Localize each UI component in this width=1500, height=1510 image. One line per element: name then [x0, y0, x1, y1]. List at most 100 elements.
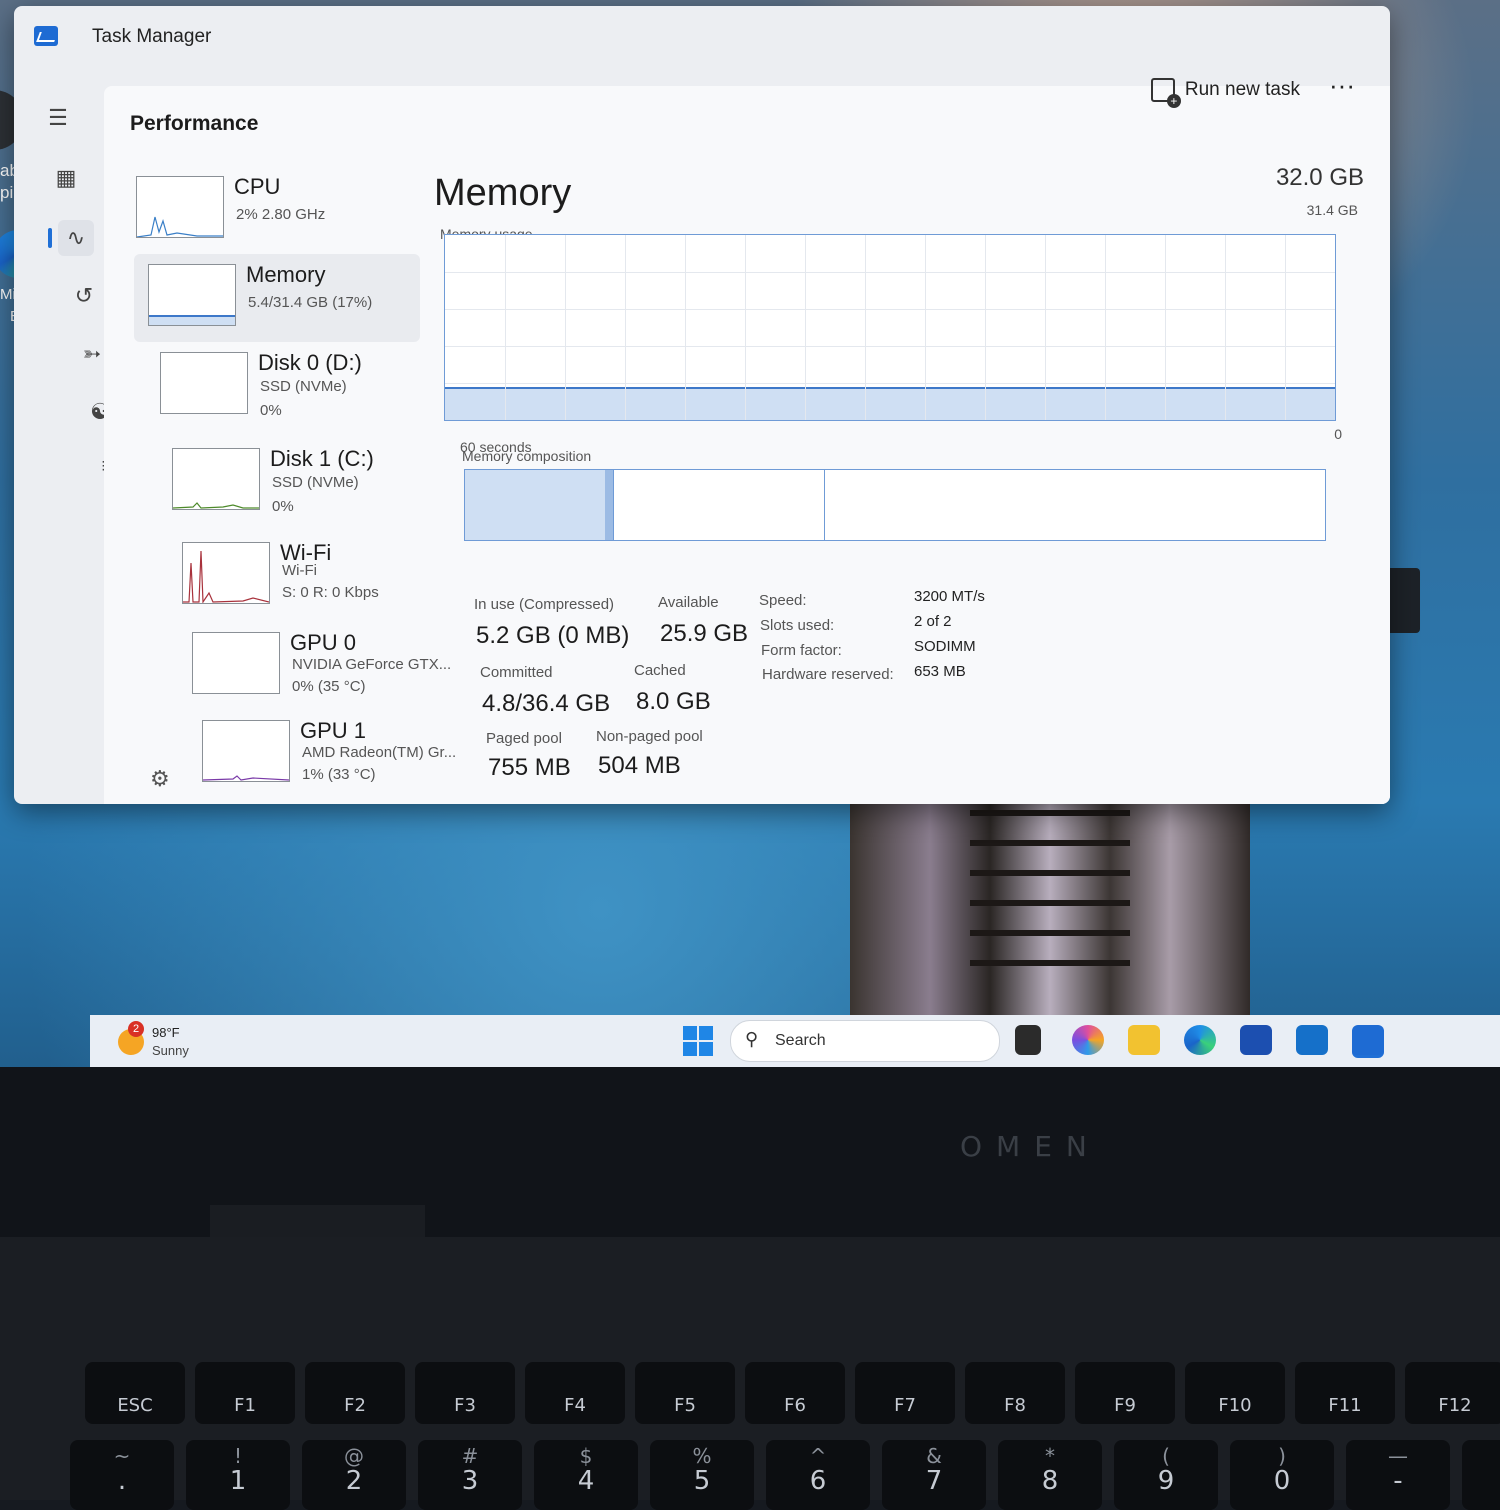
key-label: F1	[234, 1395, 256, 1416]
key-f4[interactable]: F4	[525, 1362, 625, 1424]
perf-item-disk-1[interactable]: Disk 1 (C:) SSD (NVMe) 0%	[158, 438, 444, 526]
perf-item-memory[interactable]: Memory 5.4/31.4 GB (17%)	[134, 254, 420, 342]
key-label: F5	[674, 1395, 696, 1416]
windows-logo-pane	[699, 1026, 713, 1040]
key-f5[interactable]: F5	[635, 1362, 735, 1424]
composition-in-use	[465, 470, 605, 540]
performance-page: Performance Run new task ··· CPU 2% 2.80…	[104, 70, 1390, 804]
perf-item-detail: NVIDIA GeForce GTX...	[292, 656, 452, 673]
edge-icon[interactable]	[1184, 1025, 1216, 1055]
task-view-icon[interactable]	[1015, 1025, 1041, 1055]
key-label: F7	[894, 1395, 916, 1416]
hardware-reserved-value: 653 MB	[914, 663, 966, 680]
dock-slat	[970, 960, 1130, 966]
key-label: .	[117, 1466, 127, 1496]
slots-value: 2 of 2	[914, 613, 952, 630]
key-f11[interactable]: F11	[1295, 1362, 1395, 1424]
graph-gridline	[685, 235, 686, 420]
memory-thumbnail	[148, 264, 236, 326]
window-title: Task Manager	[92, 26, 212, 47]
processes-icon[interactable]: ▦	[48, 160, 84, 196]
key-label: F11	[1328, 1395, 1362, 1416]
outlook-icon[interactable]	[1296, 1025, 1328, 1055]
store-icon[interactable]	[1240, 1025, 1272, 1055]
start-button[interactable]	[683, 1026, 713, 1056]
run-new-task-label: Run new task	[1184, 79, 1300, 100]
available-value: 25.9 GB	[660, 620, 749, 647]
cached-value: 8.0 GB	[636, 688, 711, 715]
file-explorer-icon[interactable]	[1128, 1025, 1160, 1055]
more-options-button[interactable]: ···	[1322, 70, 1362, 110]
key-f3[interactable]: F3	[415, 1362, 515, 1424]
non-paged-pool-label: Non-paged pool	[596, 728, 703, 745]
windows-logo-pane	[683, 1026, 697, 1040]
committed-value: 4.8/36.4 GB	[482, 690, 611, 717]
key-label: 5	[693, 1466, 711, 1496]
page-title: Performance	[130, 112, 259, 135]
copilot-icon[interactable]	[1072, 1025, 1104, 1055]
weather-widget[interactable]: 2 98°F Sunny	[118, 1021, 238, 1063]
key-label: -	[1393, 1466, 1403, 1496]
key-f1[interactable]: F1	[195, 1362, 295, 1424]
wifi-thumbnail	[182, 542, 270, 604]
key-shift-label: !	[233, 1444, 243, 1468]
windows-logo-pane	[699, 1042, 713, 1056]
key-f9[interactable]: F9	[1075, 1362, 1175, 1424]
memory-usage-graph	[444, 234, 1336, 421]
key-f7[interactable]: F7	[855, 1362, 955, 1424]
settings-icon[interactable]: ⚙	[150, 766, 170, 792]
graph-gridline	[1105, 235, 1106, 420]
run-new-task-button[interactable]: Run new task	[1150, 70, 1300, 110]
graph-gridline	[985, 235, 986, 420]
composition-modified	[605, 470, 613, 540]
perf-item-detail: Wi-Fi	[282, 562, 317, 579]
perf-item-name: Memory	[246, 262, 326, 287]
key-label: F2	[344, 1395, 366, 1416]
form-factor-label: Form factor:	[761, 642, 842, 659]
dock-slat	[970, 870, 1130, 876]
notification-badge: 2	[128, 1021, 144, 1037]
perf-item-disk-0[interactable]: Disk 0 (D:) SSD (NVMe) 0%	[146, 342, 432, 430]
perf-item-usage: 0% (35 °C)	[292, 678, 366, 695]
title-bar[interactable]: Task Manager	[14, 6, 1390, 66]
in-use-label: In use (Compressed)	[474, 596, 615, 613]
graph-gridline	[505, 235, 506, 420]
key-f8[interactable]: F8	[965, 1362, 1065, 1424]
key-shift-label: $	[579, 1444, 593, 1468]
graph-gridline	[1045, 235, 1046, 420]
perf-item-gpu-0[interactable]: GPU 0 NVIDIA GeForce GTX... 0% (35 °C)	[178, 622, 464, 710]
key-f2[interactable]: F2	[305, 1362, 405, 1424]
perf-item-usage: 0%	[260, 402, 282, 419]
dock-slat	[970, 900, 1130, 906]
hardware-reserved-label: Hardware reserved:	[762, 666, 894, 683]
key-shift-label: *	[1045, 1444, 1055, 1468]
key-esc[interactable]: ESC	[85, 1362, 185, 1424]
key-shift-label: %	[692, 1444, 712, 1468]
windows-logo-pane	[683, 1042, 697, 1056]
key-shift-label: —	[1388, 1444, 1408, 1468]
performance-icon[interactable]: ∿	[48, 220, 94, 256]
perf-item-gpu-1[interactable]: GPU 1 AMD Radeon(TM) Gr... 1% (33 °C)	[188, 710, 474, 798]
key-f6[interactable]: F6	[745, 1362, 845, 1424]
key-label: F6	[784, 1395, 806, 1416]
key-shift-label: @	[344, 1444, 364, 1468]
key-label: 1	[229, 1466, 247, 1496]
graph-gridline	[625, 235, 626, 420]
perf-item-cpu[interactable]: CPU 2% 2.80 GHz	[122, 166, 408, 254]
key-shift-label: ^	[809, 1444, 827, 1468]
paged-pool-value: 755 MB	[488, 754, 571, 781]
app-history-icon[interactable]: ↺	[66, 278, 102, 314]
key-label: F8	[1004, 1395, 1026, 1416]
task-manager-taskbar-icon[interactable]	[1352, 1025, 1384, 1058]
menu-icon[interactable]: ☰	[40, 100, 76, 136]
key-f10[interactable]: F10	[1185, 1362, 1285, 1424]
in-use-value: 5.2 GB (0 MB)	[476, 622, 630, 649]
non-paged-pool-value: 504 MB	[598, 752, 681, 779]
gpu-1-thumbnail	[202, 720, 290, 782]
taskbar-search[interactable]: ⚲ Search	[730, 1020, 1000, 1062]
key-f12[interactable]: F12	[1405, 1362, 1500, 1424]
cached-label: Cached	[634, 662, 686, 679]
key-label: 9	[1157, 1466, 1175, 1496]
dock-slat	[970, 840, 1130, 846]
perf-item-wifi[interactable]: Wi-Fi Wi-Fi S: 0 R: 0 Kbps	[168, 532, 454, 620]
